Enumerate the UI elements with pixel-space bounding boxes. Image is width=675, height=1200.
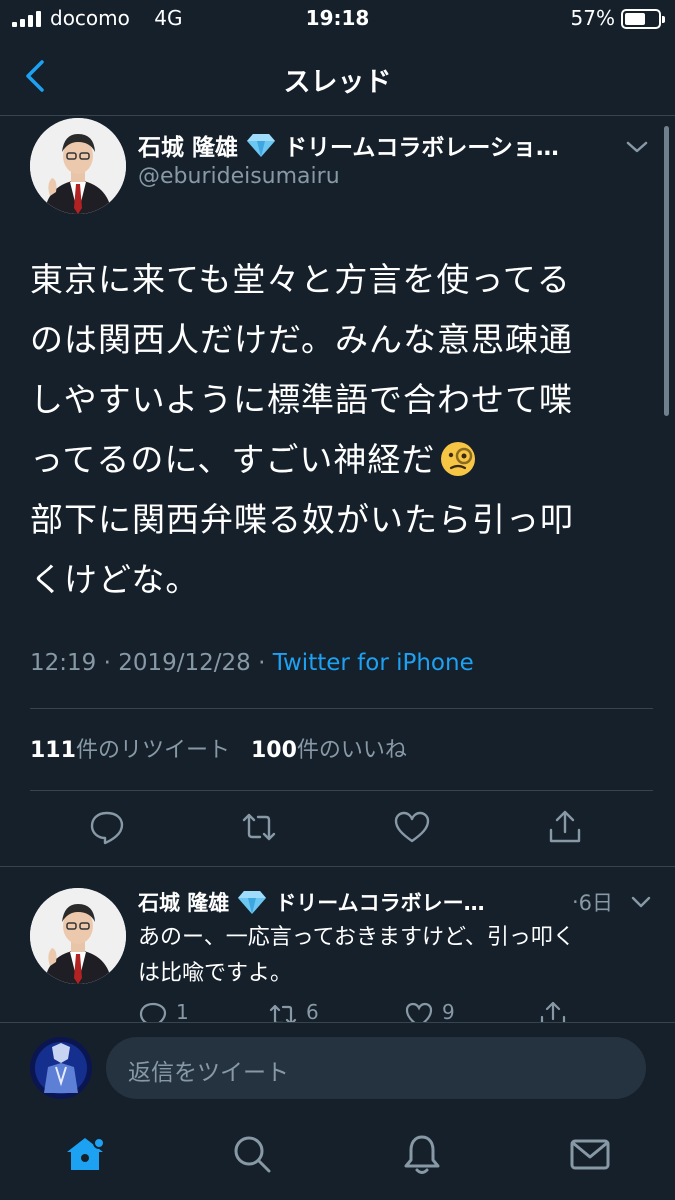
tweet-stats: 111件のリツイート 100件のいいね: [30, 732, 407, 764]
reply-author-org: ドリームコラボレー…: [275, 891, 485, 915]
reply-retweet-count: 6: [306, 1000, 319, 1022]
author-org: ドリームコラボレーショ…: [284, 135, 559, 161]
share-icon[interactable]: [546, 808, 584, 846]
search-icon[interactable]: [230, 1132, 274, 1176]
battery-icon: [621, 9, 665, 29]
my-avatar[interactable]: [30, 1037, 92, 1099]
chevron-down-icon[interactable]: [624, 138, 650, 156]
thread-header: スレッド: [0, 40, 675, 116]
retweet-stat[interactable]: 111件のリツイート: [30, 738, 230, 763]
tweet-line: しやすいように標準語で合わせて喋: [30, 380, 574, 419]
reply-input-placeholder: 返信をツイート: [128, 1060, 289, 1086]
author-handle[interactable]: @eburideisumairu: [138, 164, 340, 189]
retweet-icon[interactable]: [240, 808, 278, 846]
retweet-count: 111: [30, 738, 76, 763]
reply-author-row[interactable]: 石城 隆雄 ドリームコラボレー… · 6日: [138, 885, 613, 919]
home-icon[interactable]: [63, 1132, 107, 1176]
meta-separator: ·: [258, 650, 266, 676]
divider: [30, 790, 653, 791]
divider: [0, 866, 675, 867]
monocle-face-emoji-icon: [441, 441, 476, 476]
reply-icon: [139, 1002, 167, 1022]
diamond-icon: [247, 134, 276, 157]
tweet-source-link[interactable]: Twitter for iPhone: [273, 650, 474, 676]
reply-count: 1: [176, 1000, 189, 1022]
reply-line: は比喩ですよ。: [138, 961, 293, 986]
reply-input[interactable]: 返信をツイート: [106, 1037, 646, 1099]
heart-icon[interactable]: [393, 808, 431, 846]
reply-like-button[interactable]: 9: [404, 1000, 455, 1022]
tweet-line: ってるのに、すごい神経だ: [30, 440, 436, 479]
mail-icon[interactable]: [568, 1132, 612, 1176]
like-count: 100: [250, 738, 297, 763]
like-stat[interactable]: 100件のいいね: [251, 738, 407, 763]
tweet-line: 部下に関西弁喋る奴がいたら引っ叩: [30, 500, 574, 539]
bell-icon[interactable]: [400, 1132, 444, 1176]
share-icon: [540, 1001, 566, 1022]
meta-separator: ·: [103, 650, 111, 676]
reply-reply-button[interactable]: 1: [138, 1000, 189, 1022]
reply-retweet-button[interactable]: 6: [268, 1000, 319, 1022]
tweet-time: 12:19: [30, 650, 97, 676]
tweet-date: 2019/12/28: [118, 650, 251, 676]
chevron-down-icon[interactable]: [630, 894, 652, 910]
reply-icon[interactable]: [88, 808, 126, 846]
reply-time-separator: ·: [571, 890, 579, 914]
tweet-line: 東京に来ても堂々と方言を使ってる: [30, 260, 571, 299]
reply-composer: 返信をツイート: [0, 1022, 675, 1112]
reply-share-button[interactable]: [538, 1000, 568, 1022]
page-title: スレッド: [283, 67, 392, 98]
tweet-text: 東京に来ても堂々と方言を使ってる のは関西人だけだ。みんな意思疎通 しやすいよう…: [30, 250, 640, 610]
author-avatar[interactable]: [30, 118, 126, 214]
heart-icon: [405, 1002, 433, 1022]
battery-percent: 57%: [570, 6, 615, 30]
diamond-icon: [238, 891, 267, 914]
author-name-row[interactable]: 石城 隆雄 ドリームコラボレーショ…: [138, 128, 608, 162]
status-bar: docomo 4G 19:18 57%: [0, 0, 675, 38]
tab-bar: [0, 1112, 675, 1200]
retweet-label: 件のリツイート: [75, 738, 230, 763]
reply-author-avatar[interactable]: [30, 888, 126, 984]
retweet-icon: [269, 1004, 297, 1022]
scrollbar[interactable]: [664, 126, 669, 416]
divider: [30, 708, 653, 709]
tweet-line-with-emoji: ってるのに、すごい神経だ: [30, 430, 640, 490]
tweet-line: のは関西人だけだ。みんな意思疎通: [30, 320, 574, 359]
reply-action-bar: 1 6 9: [0, 990, 675, 1022]
tweet-line: くけどな。: [30, 560, 200, 599]
tweet-meta: 12:19 · 2019/12/28 · Twitter for iPhone: [30, 650, 474, 676]
author-name: 石城 隆雄: [138, 135, 239, 161]
reply-text: あのー、一応言っておきますけど、引っ叩く は比喩ですよ。: [138, 920, 658, 992]
reply-like-count: 9: [442, 1000, 455, 1022]
reply-author-name: 石城 隆雄: [138, 891, 230, 915]
reply-line: あのー、一応言っておきますけど、引っ叩く: [138, 925, 575, 950]
like-label: 件のいいね: [296, 738, 407, 763]
reply-time: 6日: [578, 891, 613, 915]
